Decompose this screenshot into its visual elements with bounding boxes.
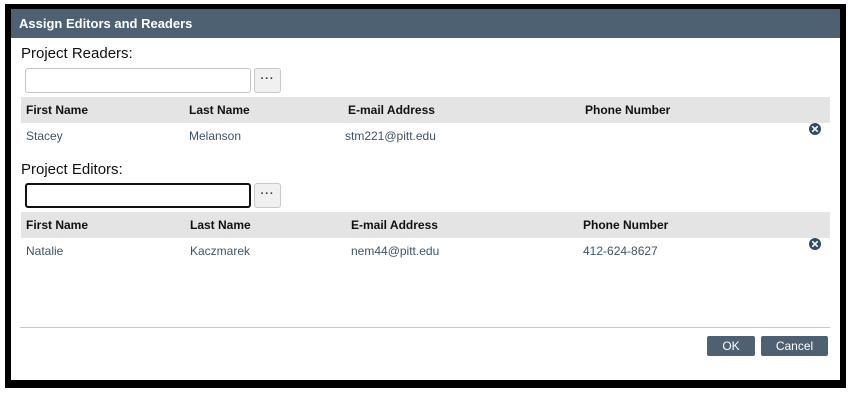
cell-first-name: Natalie xyxy=(26,244,64,258)
column-header-email[interactable]: E-mail Address xyxy=(348,97,435,123)
readers-lookup: ··· xyxy=(25,68,281,93)
cell-last-name: Kaczmarek xyxy=(190,244,251,258)
cell-first-name: Stacey xyxy=(26,129,63,143)
table-row[interactable]: Natalie Kaczmarek nem44@pitt.edu 412-624… xyxy=(21,238,830,264)
cell-email: stm221@pitt.edu xyxy=(345,129,436,143)
editors-lookup: ··· xyxy=(25,183,281,208)
ok-button[interactable]: OK xyxy=(707,336,755,356)
column-header-first-name[interactable]: First Name xyxy=(26,212,88,238)
editors-table-header: First Name Last Name E-mail Address Phon… xyxy=(21,212,830,238)
column-header-phone[interactable]: Phone Number xyxy=(585,97,670,123)
column-header-first-name[interactable]: First Name xyxy=(26,97,88,123)
footer-divider xyxy=(20,327,830,328)
readers-table-header: First Name Last Name E-mail Address Phon… xyxy=(21,97,830,123)
editors-lookup-button[interactable]: ··· xyxy=(254,183,281,208)
readers-input[interactable] xyxy=(25,68,251,93)
column-header-last-name[interactable]: Last Name xyxy=(190,212,251,238)
assign-dialog: Assign Editors and Readers Project Reade… xyxy=(11,9,840,380)
dialog-title: Assign Editors and Readers xyxy=(11,9,840,38)
column-header-email[interactable]: E-mail Address xyxy=(351,212,438,238)
column-header-last-name[interactable]: Last Name xyxy=(189,97,250,123)
column-header-phone[interactable]: Phone Number xyxy=(583,212,668,238)
cancel-button[interactable]: Cancel xyxy=(761,336,828,356)
close-circle-icon[interactable] xyxy=(809,238,821,250)
table-row[interactable]: Stacey Melanson stm221@pitt.edu xyxy=(21,123,830,149)
readers-lookup-button[interactable]: ··· xyxy=(254,68,281,93)
editors-label: Project Editors: xyxy=(21,161,123,178)
cell-email: nem44@pitt.edu xyxy=(351,244,440,258)
close-circle-icon[interactable] xyxy=(809,123,821,135)
cell-phone: 412-624-8627 xyxy=(583,244,658,258)
readers-label: Project Readers: xyxy=(21,45,133,62)
cell-last-name: Melanson xyxy=(189,129,242,143)
editors-input[interactable] xyxy=(25,183,251,208)
